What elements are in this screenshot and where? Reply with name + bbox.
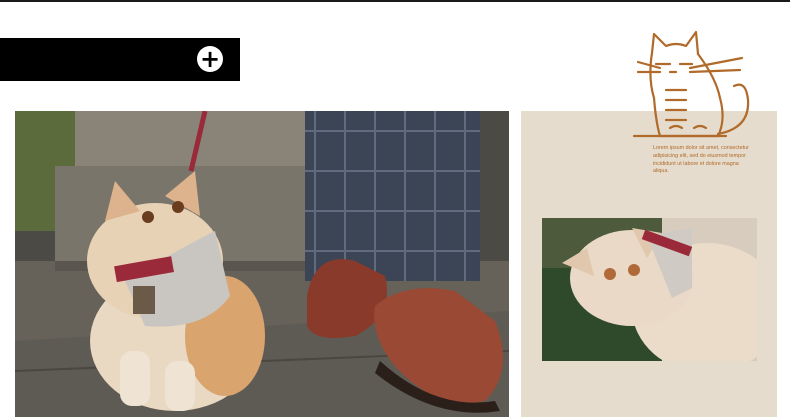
cat-doodle-icon — [632, 30, 750, 138]
plus-circle-icon[interactable]: + — [197, 46, 223, 72]
lorem-text: Lorem ipsum dolor sit amet, consectetur … — [653, 145, 749, 175]
cat-harness-photo — [15, 111, 509, 417]
top-divider — [0, 0, 790, 2]
cat-closeup-photo — [542, 218, 757, 361]
